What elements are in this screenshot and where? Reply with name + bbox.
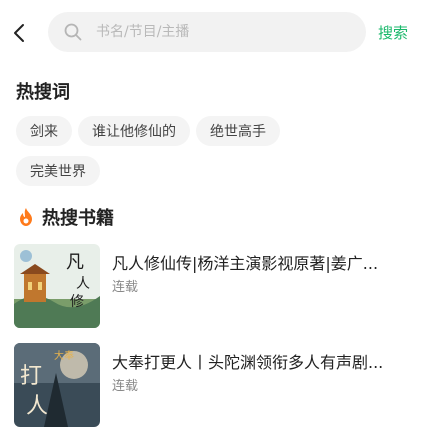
hot-books-title: 热搜书籍 — [18, 204, 114, 230]
hot-word-chip[interactable]: 谁让他修仙的 — [78, 116, 190, 146]
book-cover: 打 人 大奉 — [14, 343, 100, 427]
search-header: 搜索 — [0, 0, 425, 62]
fire-icon — [20, 208, 32, 226]
svg-text:人: 人 — [26, 394, 48, 419]
hot-word-chip[interactable]: 完美世界 — [16, 156, 100, 186]
book-title: 大奉打更人丨头陀渊领衔多人有声剧... — [112, 353, 384, 372]
hot-books-title-text: 热搜书籍 — [42, 208, 114, 229]
book-cover: 凡 人 修 — [14, 244, 100, 328]
book-item[interactable]: 凡 人 修 凡人修仙传|杨洋主演影视原著|姜广... 连载 — [14, 244, 414, 328]
svg-text:修: 修 — [70, 294, 84, 310]
hot-words-list: 剑来 谁让他修仙的 绝世高手 完美世界 — [16, 116, 416, 196]
svg-text:打: 打 — [20, 364, 42, 389]
svg-text:人: 人 — [76, 276, 90, 292]
book-status: 连载 — [112, 280, 139, 295]
search-box[interactable] — [48, 12, 366, 52]
search-icon — [64, 22, 84, 42]
hot-word-chip[interactable]: 剑来 — [16, 116, 72, 146]
book-status: 连载 — [112, 379, 139, 394]
svg-text:大奉: 大奉 — [54, 349, 74, 362]
book-title: 凡人修仙传|杨洋主演影视原著|姜广... — [112, 254, 379, 273]
svg-text:凡: 凡 — [66, 252, 84, 273]
search-input[interactable] — [94, 23, 358, 41]
back-button[interactable] — [8, 18, 30, 48]
hot-words-title: 热搜词 — [16, 82, 70, 103]
book-item[interactable]: 打 人 大奉 大奉打更人丨头陀渊领衔多人有声剧... 连载 — [14, 343, 414, 427]
search-button[interactable]: 搜索 — [378, 22, 408, 43]
hot-word-chip[interactable]: 绝世高手 — [196, 116, 280, 146]
chevron-left-icon — [14, 24, 24, 42]
